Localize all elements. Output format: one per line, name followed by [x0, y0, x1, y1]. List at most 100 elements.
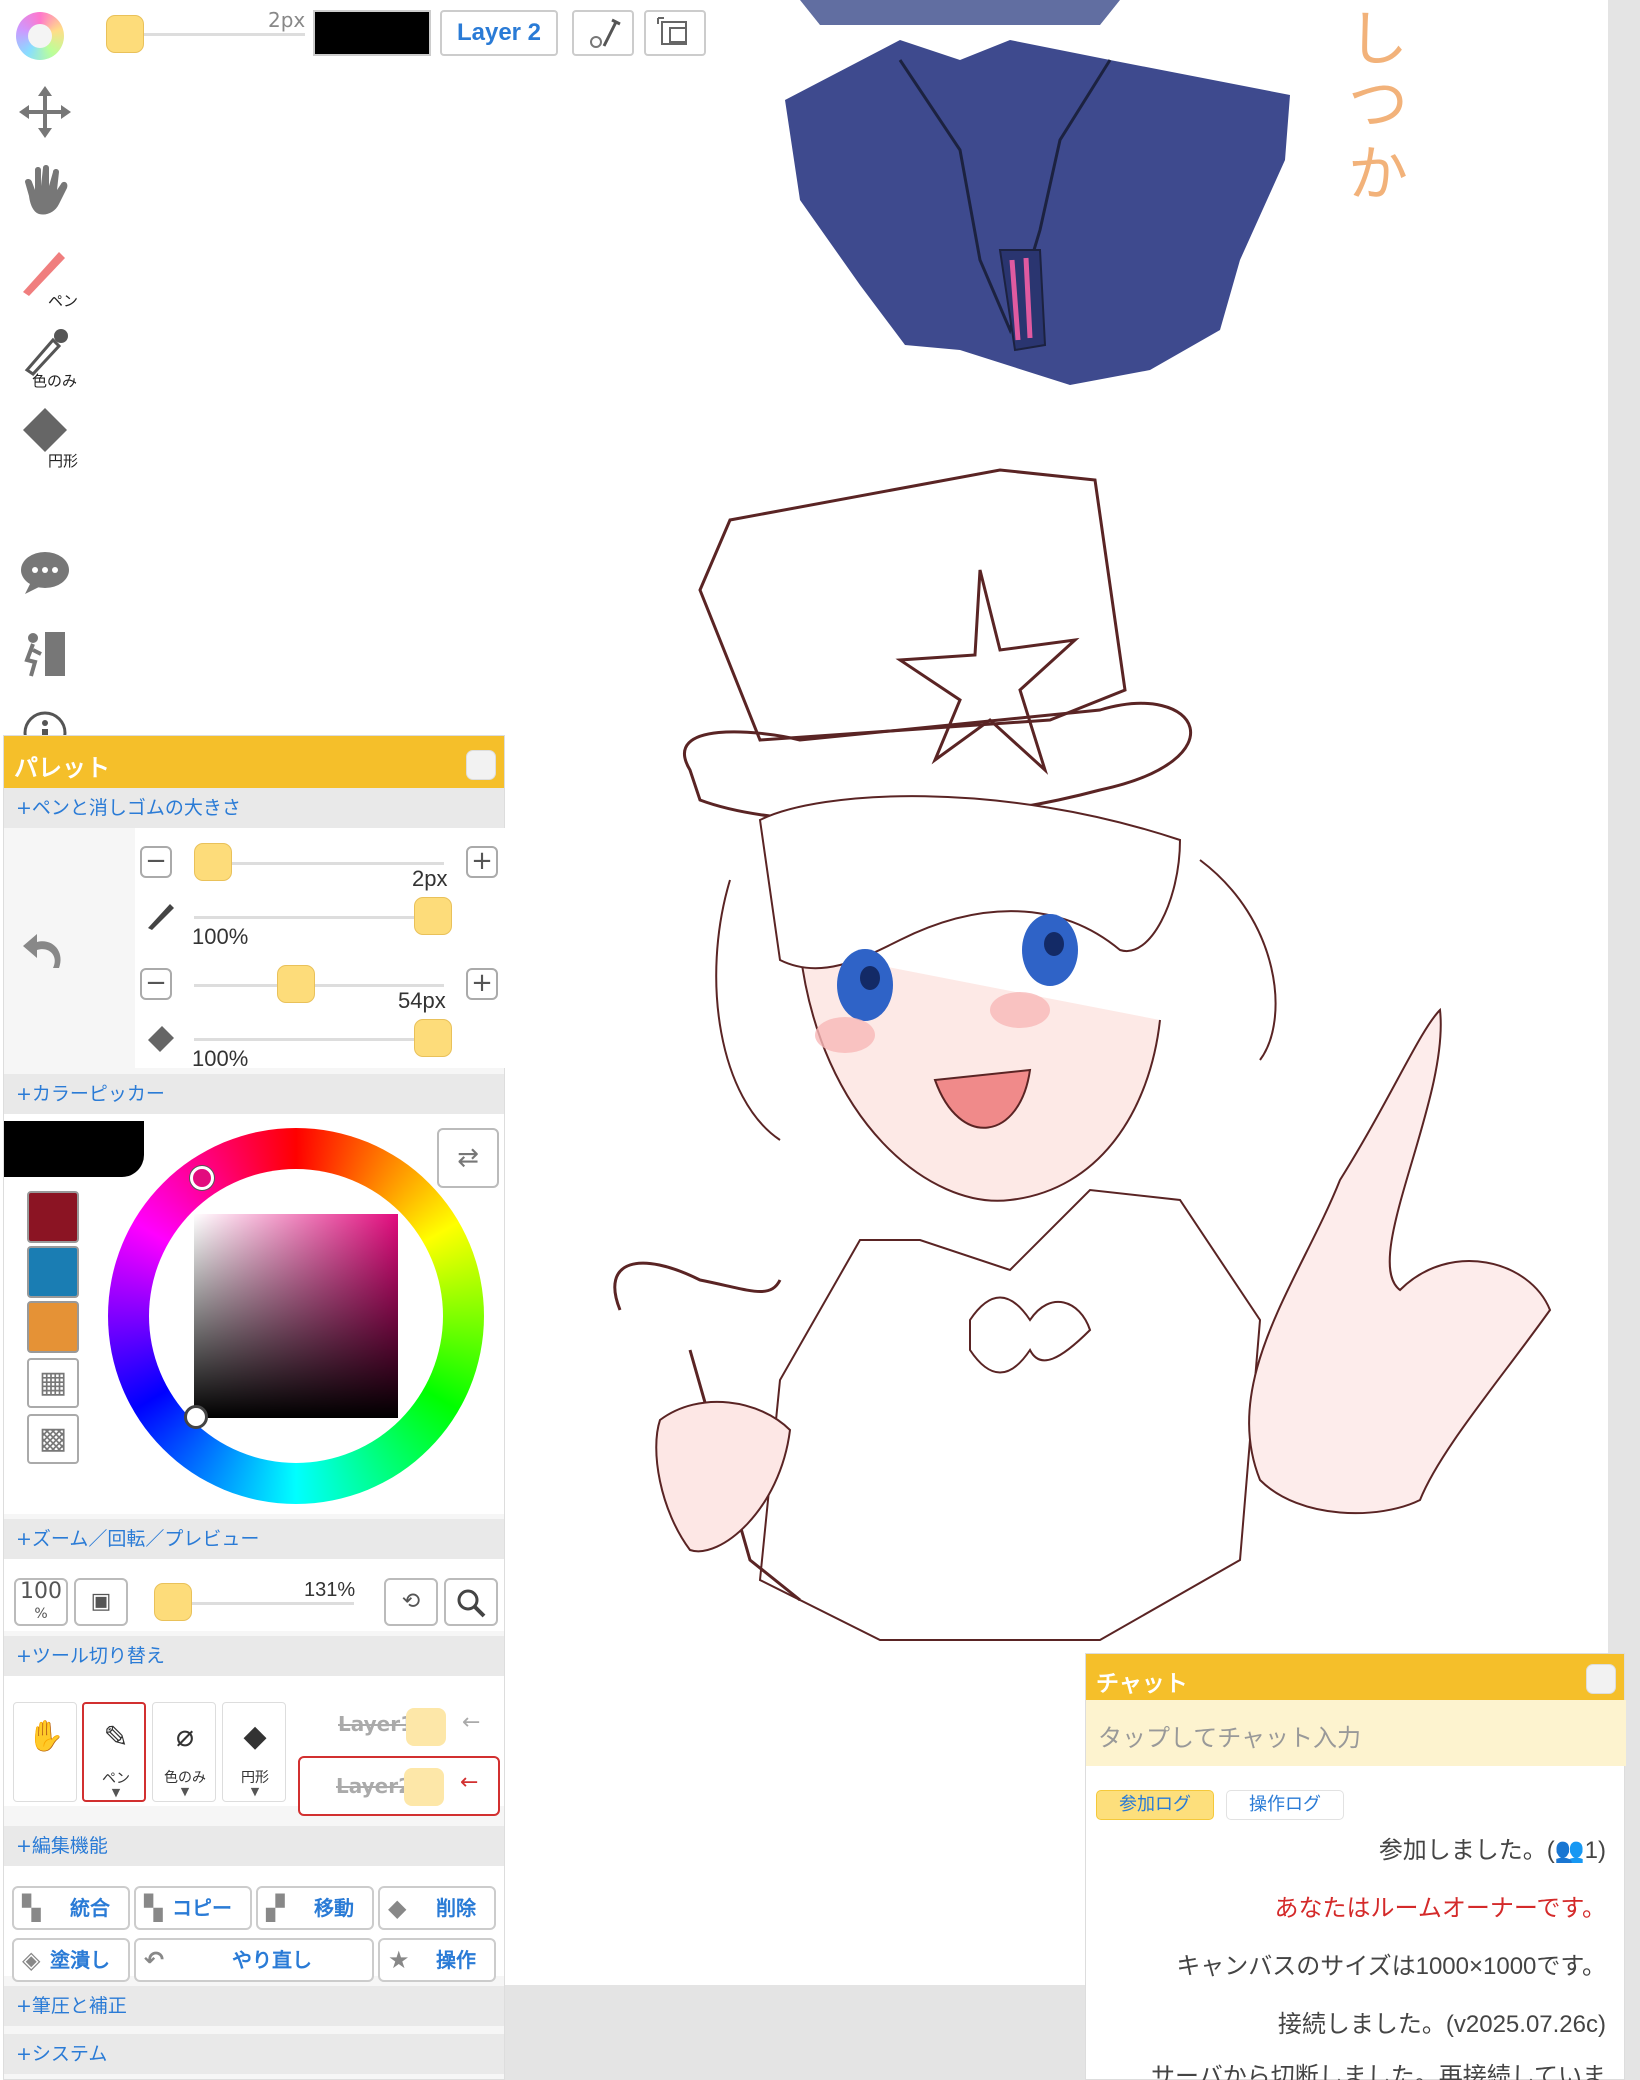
fill-button[interactable]: ◈ 塗潰し — [12, 1938, 130, 1982]
svg-text:か: か — [1348, 140, 1408, 210]
transform-icon — [657, 17, 687, 45]
eraser-opacity-slider[interactable] — [194, 1038, 444, 1041]
pen-size-knob[interactable] — [194, 843, 232, 881]
fit-screen-button[interactable]: ▣ — [74, 1578, 128, 1626]
zoom-knob[interactable] — [154, 1583, 192, 1621]
zoom-section-header[interactable]: +ズーム／回転／プレビュー — [4, 1519, 504, 1559]
tool-switch-section-header[interactable]: +ツール切り替え — [4, 1636, 504, 1676]
top-toolbar: 2px Layer 2 — [0, 0, 720, 70]
operation-log-tab[interactable]: 操作ログ — [1226, 1790, 1344, 1820]
layer-name: Layer1 — [338, 1712, 415, 1736]
chat-toggle-button[interactable] — [10, 548, 80, 602]
transform-button[interactable] — [644, 10, 706, 56]
tool-card-pen[interactable]: ✎ ペン ▼ — [82, 1702, 146, 1802]
color-picker-section-header[interactable]: +カラーピッカー — [4, 1074, 504, 1114]
pen-icon: ✎ — [103, 1720, 129, 1755]
color-history-icon[interactable]: ⇄ — [437, 1128, 499, 1188]
system-section-header[interactable]: +システム — [4, 2034, 504, 2074]
rotate-reset-button[interactable]: ⟲ — [384, 1578, 438, 1626]
swap-swatch-icon[interactable]: ▩ — [27, 1414, 79, 1464]
hue-handle[interactable] — [190, 1166, 214, 1190]
pen-tool-label: ペン — [48, 292, 79, 310]
fill-label: 塗潰し — [50, 1948, 110, 1972]
brush-size-label: 2px — [268, 8, 306, 32]
add-swatch-icon[interactable]: ▦ — [27, 1358, 79, 1408]
chat-message: 接続しました。(v2025.07.26c) — [1277, 2011, 1606, 2038]
palette-collapse-button[interactable] — [466, 750, 496, 780]
eraser-size-minus-button[interactable]: − — [140, 968, 172, 1000]
current-color-swatch[interactable] — [313, 10, 431, 56]
layer-row-active[interactable]: Layer2 ← — [298, 1756, 500, 1816]
pen-size-plus-button[interactable]: + — [466, 846, 498, 878]
shape-tool-label: 円形 — [48, 452, 79, 470]
redo-button[interactable]: ↶ やり直し — [134, 1938, 374, 1982]
move-button[interactable]: ▞ 移動 — [256, 1886, 374, 1930]
operation-button[interactable]: ★ 操作 — [378, 1938, 496, 1982]
color-wheel-icon[interactable] — [16, 12, 64, 60]
brush-size-section-header[interactable]: +ペンと消しゴムの大きさ — [4, 788, 504, 828]
pen-opacity-knob[interactable] — [414, 897, 452, 935]
layer-thumb — [404, 1768, 444, 1806]
eyedropper-tool-label: 色のみ — [32, 372, 78, 390]
shape-tool-button[interactable]: 円形 — [10, 400, 80, 470]
join-log-tab[interactable]: 参加ログ — [1096, 1790, 1214, 1820]
merge-button[interactable]: ▚ 統合 — [12, 1886, 130, 1930]
tool-card-eraser[interactable]: ◆ 円形 ▼ — [222, 1702, 286, 1802]
exit-room-button[interactable] — [10, 626, 80, 686]
layer-select-button[interactable]: Layer 2 — [440, 10, 558, 56]
brush-settings-button[interactable] — [572, 10, 634, 56]
pressure-section-header[interactable]: +筆圧と補正 — [4, 1986, 504, 2026]
tool-card-label: 円形 — [241, 1770, 269, 1786]
eraser-size-value: 54px — [398, 988, 446, 1013]
brush-gear-icon — [590, 18, 621, 48]
hand-tool-button[interactable] — [10, 160, 80, 224]
chevron-down-icon: ▼ — [250, 1785, 260, 1798]
copy-button[interactable]: ▚ コピー — [134, 1886, 252, 1930]
eraser-size-plus-button[interactable]: + — [466, 968, 498, 1000]
zoom-reset-button[interactable]: 100 % — [14, 1578, 68, 1626]
color-swatch[interactable] — [27, 1301, 79, 1353]
delete-label: 削除 — [436, 1896, 476, 1920]
delete-button[interactable]: ◆ 削除 — [378, 1886, 496, 1930]
move-tool-button[interactable] — [10, 82, 80, 146]
palette-title: パレット — [14, 754, 110, 782]
brush-size-slider[interactable] — [125, 33, 305, 36]
chat-collapse-button[interactable] — [1586, 1664, 1616, 1694]
pen-size-minus-button[interactable]: − — [140, 846, 172, 878]
layer-name: Layer2 — [336, 1774, 413, 1798]
pen-opacity-slider[interactable] — [194, 916, 444, 919]
saturation-square[interactable] — [194, 1214, 398, 1418]
palette-header[interactable]: パレット — [4, 736, 504, 788]
pen-tool-button[interactable]: ペン — [10, 240, 80, 310]
tool-card-hand[interactable]: ✋ — [13, 1702, 77, 1802]
layer-row[interactable]: Layer1 ← — [300, 1702, 500, 1752]
chat-message: サーバから切断しました。再接続していま — [1150, 2063, 1606, 2080]
eyedropper-icon: ⌀ — [175, 1719, 195, 1754]
layer-thumb — [406, 1708, 446, 1746]
zoom-reset-label: 100 — [20, 1579, 62, 1604]
undo-icon — [23, 934, 61, 968]
current-color-preview — [4, 1121, 144, 1177]
chat-header[interactable]: チャット — [1086, 1654, 1624, 1700]
tool-card-eyedropper[interactable]: ⌀ 色のみ ▼ — [152, 1702, 216, 1802]
saturation-handle[interactable] — [184, 1405, 208, 1429]
eraser-size-slider[interactable] — [194, 984, 444, 987]
edit-section-header[interactable]: +編集機能 — [4, 1826, 504, 1866]
eraser-size-knob[interactable] — [277, 965, 315, 1003]
eraser-opacity-knob[interactable] — [414, 1019, 452, 1057]
undo-button[interactable] — [10, 922, 80, 982]
brush-size-slider-knob[interactable] — [106, 15, 144, 53]
operation-label: 操作 — [436, 1948, 476, 1972]
chat-bubble-icon — [21, 552, 69, 594]
chat-message: キャンバスのサイズは1000×1000です。 — [1176, 1953, 1606, 1980]
tool-card-label: 色のみ — [164, 1770, 206, 1786]
chat-input[interactable]: タップしてチャット入力 — [1086, 1700, 1626, 1766]
preview-button[interactable] — [444, 1578, 498, 1626]
svg-text:し: し — [1348, 5, 1408, 75]
pen-opacity-value: 100% — [192, 924, 249, 949]
color-swatch[interactable] — [27, 1191, 79, 1243]
arrow-left-icon: ← — [460, 1770, 479, 1795]
zoom-value: 131% — [304, 1579, 356, 1601]
color-swatch[interactable] — [27, 1246, 79, 1298]
eyedropper-tool-button[interactable]: 色のみ — [10, 320, 80, 390]
